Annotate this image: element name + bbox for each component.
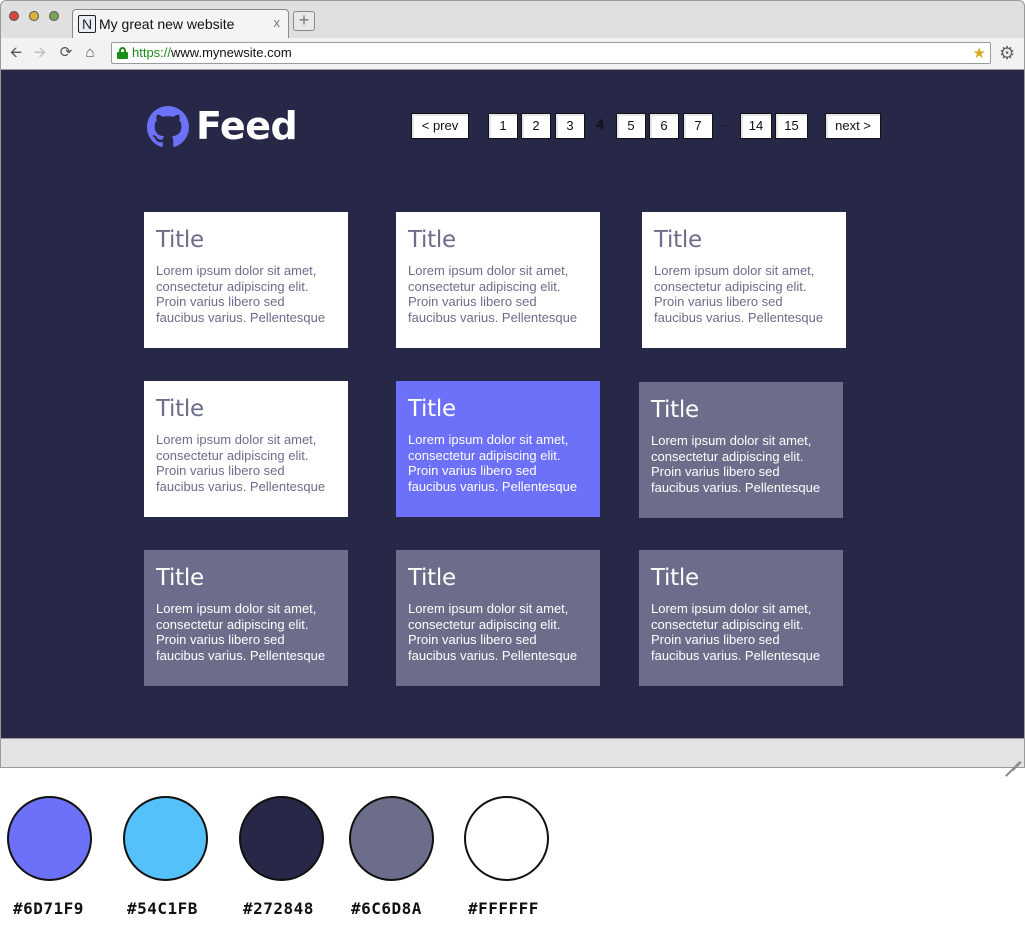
pagination-ellipsis: ... [719, 115, 730, 130]
feed-card[interactable]: Title Lorem ipsum dolor sit amet, consec… [396, 212, 600, 348]
swatch-54c1fb [123, 796, 208, 881]
url-host: www.mynewsite.com [171, 45, 292, 60]
card-body: Lorem ipsum dolor sit amet, consectetur … [156, 432, 326, 494]
page-6-button[interactable]: 6 [649, 113, 679, 139]
home-icon[interactable]: ⌂ [81, 44, 99, 62]
page-viewport: Feed < prev 1 2 3 4 5 6 7 ... 14 15 next… [0, 70, 1025, 738]
prev-page-button[interactable]: < prev [411, 113, 469, 139]
feed-card[interactable]: Title Lorem ipsum dolor sit amet, consec… [642, 212, 846, 348]
feed-card[interactable]: Title Lorem ipsum dolor sit amet, consec… [144, 381, 348, 517]
feed-card-selected[interactable]: Title Lorem ipsum dolor sit amet, consec… [396, 381, 600, 517]
status-bar [0, 738, 1025, 777]
card-body: Lorem ipsum dolor sit amet, consectetur … [651, 601, 821, 663]
card-body: Lorem ipsum dolor sit amet, consectetur … [408, 263, 578, 325]
tab-title: My great new website [99, 16, 235, 32]
brand-title[interactable]: Feed [196, 104, 298, 148]
card-title: Title [156, 396, 204, 422]
card-title: Title [651, 565, 699, 591]
swatch-label: #54C1FB [127, 899, 198, 918]
forward-arrow-icon[interactable]: 🡪 [31, 44, 49, 62]
swatch-label: #FFFFFF [468, 899, 539, 918]
swatch-label: #6C6D8A [351, 899, 422, 918]
page-5-button[interactable]: 5 [616, 113, 646, 139]
card-title: Title [408, 227, 456, 253]
card-body: Lorem ipsum dolor sit amet, consectetur … [654, 263, 824, 325]
page-3-button[interactable]: 3 [555, 113, 585, 139]
page-7-button[interactable]: 7 [683, 113, 713, 139]
resize-grip-icon[interactable] [1004, 747, 1022, 777]
page-15-button[interactable]: 15 [775, 113, 808, 139]
card-body: Lorem ipsum dolor sit amet, consectetur … [156, 263, 326, 325]
swatch-272848 [239, 796, 324, 881]
card-title: Title [654, 227, 702, 253]
navigation-bar: 🡨 🡪 ⟳ ⌂ https://www.mynewsite.com ★ ⚙ [0, 38, 1025, 70]
reload-icon[interactable]: ⟳ [57, 44, 75, 62]
card-body: Lorem ipsum dolor sit amet, consectetur … [408, 601, 578, 663]
card-title: Title [408, 396, 456, 422]
favicon-icon: N [78, 15, 96, 33]
back-arrow-icon[interactable]: 🡨 [7, 44, 25, 62]
settings-gear-icon[interactable]: ⚙ [999, 43, 1015, 64]
new-tab-button[interactable]: + [293, 11, 315, 31]
browser-tab[interactable]: N My great new website x [72, 9, 289, 39]
feed-card[interactable]: Title Lorem ipsum dolor sit amet, consec… [639, 382, 843, 518]
swatch-label: #272848 [243, 899, 314, 918]
title-bar: N My great new website x + [0, 0, 1025, 39]
tab-close-icon[interactable]: x [274, 15, 281, 30]
maximize-window-icon[interactable] [49, 11, 59, 21]
github-octocat-icon[interactable] [147, 106, 189, 148]
page-2-button[interactable]: 2 [521, 113, 551, 139]
card-body: Lorem ipsum dolor sit amet, consectetur … [408, 432, 578, 494]
address-bar[interactable]: https://www.mynewsite.com ★ [111, 42, 991, 64]
feed-card[interactable]: Title Lorem ipsum dolor sit amet, consec… [396, 550, 600, 686]
url-scheme: https:// [132, 45, 172, 60]
page-14-button[interactable]: 14 [740, 113, 772, 139]
card-title: Title [156, 565, 204, 591]
card-title: Title [156, 227, 204, 253]
close-window-icon[interactable] [9, 11, 19, 21]
url-text: https://www.mynewsite.com [132, 45, 292, 60]
feed-card[interactable]: Title Lorem ipsum dolor sit amet, consec… [639, 550, 843, 686]
browser-window: N My great new website x + 🡨 🡪 ⟳ ⌂ https… [0, 0, 1025, 777]
card-body: Lorem ipsum dolor sit amet, consectetur … [651, 433, 821, 495]
swatch-6d71f9 [7, 796, 92, 881]
next-page-button[interactable]: next > [825, 113, 881, 139]
feed-card[interactable]: Title Lorem ipsum dolor sit amet, consec… [144, 212, 348, 348]
lock-icon [117, 47, 128, 59]
swatch-6c6d8a [349, 796, 434, 881]
swatch-ffffff [464, 796, 549, 881]
card-title: Title [651, 397, 699, 423]
swatch-label: #6D71F9 [13, 899, 84, 918]
card-title: Title [408, 565, 456, 591]
bookmark-star-icon[interactable]: ★ [973, 44, 986, 62]
page-1-button[interactable]: 1 [488, 113, 518, 139]
card-body: Lorem ipsum dolor sit amet, consectetur … [156, 601, 326, 663]
feed-card[interactable]: Title Lorem ipsum dolor sit amet, consec… [144, 550, 348, 686]
current-page-indicator: 4 [596, 116, 604, 132]
minimize-window-icon[interactable] [29, 11, 39, 21]
